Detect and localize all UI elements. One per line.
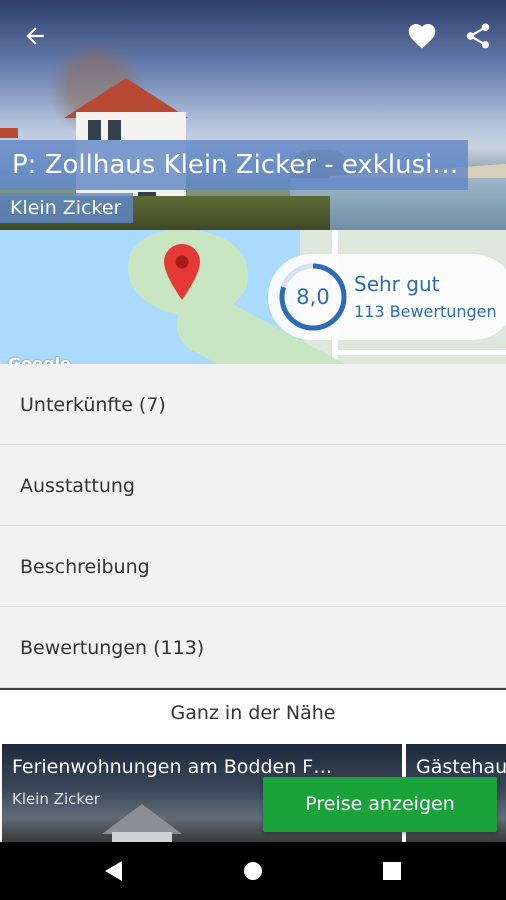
share-icon (466, 23, 490, 49)
favorite-button[interactable] (400, 14, 444, 58)
menu-item-reviews[interactable]: Bewertungen (113) (0, 607, 506, 688)
back-button[interactable] (13, 14, 57, 58)
detail-menu: Unterkünfte (7) Ausstattung Beschreibung… (0, 364, 506, 688)
circle-home-icon (244, 862, 262, 880)
menu-item-description[interactable]: Beschreibung (0, 526, 506, 607)
property-title: P: Zollhaus Klein Zicker - exklusi… (0, 140, 468, 190)
share-button[interactable] (456, 14, 500, 58)
heart-icon (408, 24, 436, 49)
nearby-card-name: Ferienwohnungen am Bodden F… (12, 756, 333, 778)
nearby-title: Ganz in der Nähe (170, 702, 336, 724)
nearby-card-name: Gästehau (416, 756, 506, 778)
square-recents-icon (383, 862, 401, 880)
nearby-card-location: Klein Zicker (12, 790, 100, 808)
nav-back-button[interactable] (84, 842, 144, 900)
rating-score: 8,0 (296, 285, 330, 309)
menu-item-amenities[interactable]: Ausstattung (0, 445, 506, 526)
rating-count: 113 Bewertungen (354, 302, 497, 321)
triangle-back-icon (105, 861, 122, 881)
map-pin-icon[interactable] (164, 244, 200, 300)
property-location: Klein Zicker (0, 193, 134, 223)
map-provider-label: Google (8, 354, 71, 364)
show-prices-button[interactable]: Preise anzeigen (263, 777, 497, 832)
nav-home-button[interactable] (223, 842, 283, 900)
menu-item-accommodations[interactable]: Unterkünfte (7) (0, 364, 506, 445)
rating-label: Sehr gut (354, 272, 440, 296)
arrow-left-icon (26, 27, 44, 45)
system-navigation-bar (0, 842, 506, 900)
nav-recents-button[interactable] (362, 842, 422, 900)
